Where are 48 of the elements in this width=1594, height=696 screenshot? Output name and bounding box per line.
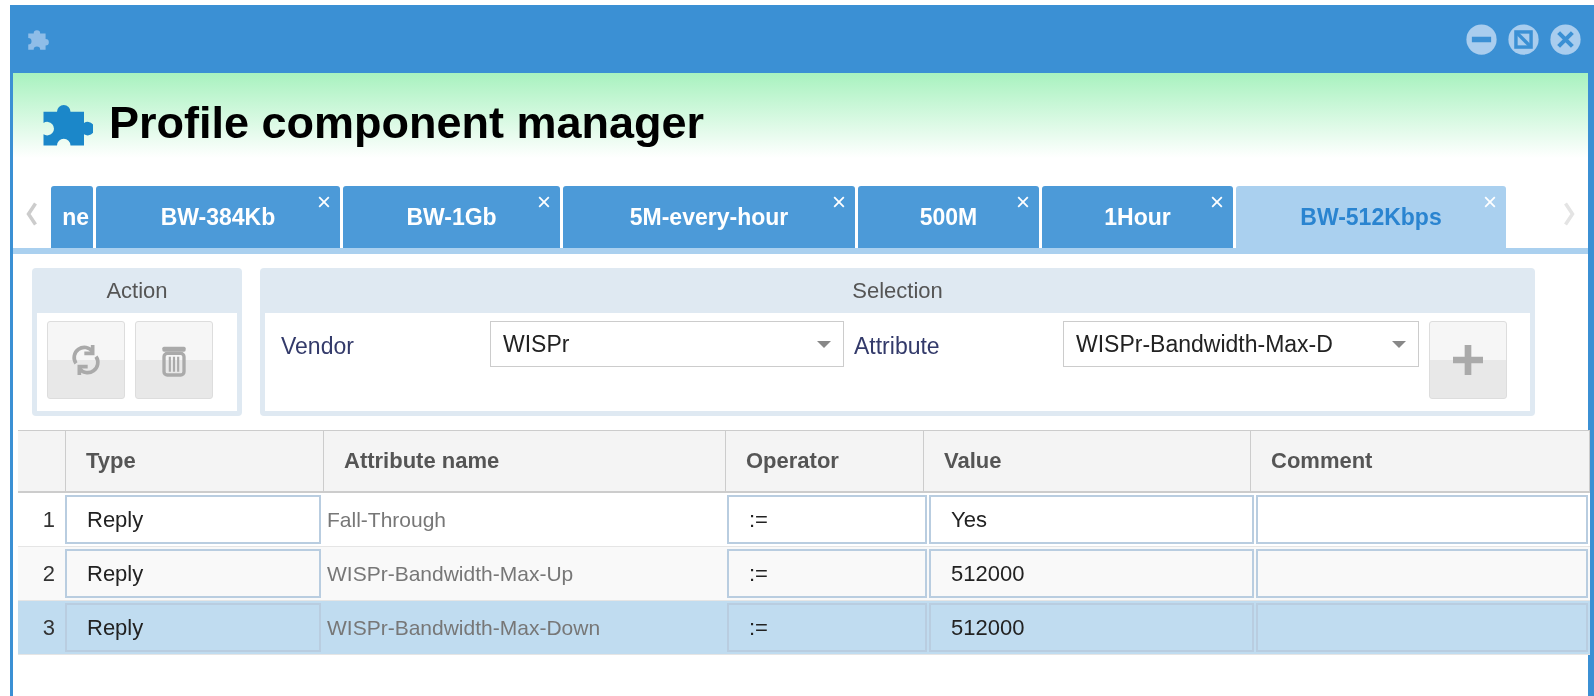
field-label: Vendor	[281, 332, 355, 360]
column-header[interactable]: Attribute name	[324, 431, 726, 491]
close-icon[interactable]	[1484, 196, 1496, 208]
column-header[interactable]: Comment	[1251, 431, 1590, 491]
table-row[interactable]: 3 Reply WISPr-Bandwidth-Max-Down := 512000	[18, 601, 1590, 655]
close-icon[interactable]	[318, 196, 330, 208]
maximize-icon[interactable]	[1507, 22, 1540, 56]
panel-title: Selection	[851, 277, 944, 305]
panel-title: Action	[105, 277, 169, 305]
table-cell[interactable]: Yes	[929, 495, 1254, 544]
table-cell[interactable]: Reply	[65, 549, 321, 598]
table-cell-text: WISPr-Bandwidth-Max-Down	[326, 614, 602, 641]
table-cell-text: WISPr-Bandwidth-Max-Up	[326, 560, 575, 587]
minimize-icon[interactable]	[1465, 22, 1498, 56]
delete-button[interactable]	[135, 321, 213, 399]
column-header[interactable]: Operator	[726, 431, 924, 491]
table-row[interactable]: 2 Reply WISPr-Bandwidth-Max-Up := 512000	[18, 547, 1590, 601]
table-cell[interactable]: 512000	[929, 603, 1254, 652]
table-cell[interactable]: 512000	[929, 549, 1254, 598]
table-cell[interactable]	[1256, 549, 1588, 598]
vendor-dropdown[interactable]: WISPr	[490, 321, 844, 367]
close-icon[interactable]	[1017, 196, 1029, 208]
field-label: Attribute	[854, 332, 941, 360]
column-header[interactable]: Value	[924, 431, 1251, 491]
close-icon[interactable]	[833, 196, 845, 208]
table-cell[interactable]	[1256, 495, 1588, 544]
refresh-button[interactable]	[47, 321, 125, 399]
table-cell[interactable]: :=	[727, 603, 927, 652]
table-cell[interactable]: :=	[727, 549, 927, 598]
caret-icon	[817, 340, 831, 348]
row-number: 2	[41, 559, 56, 588]
scroll-left-icon[interactable]	[25, 200, 39, 228]
table-cell-text: Fall-Through	[326, 506, 448, 533]
table-cell[interactable]: Reply	[65, 603, 321, 652]
scroll-right-icon[interactable]	[1562, 200, 1576, 228]
add-button[interactable]	[1429, 321, 1507, 399]
row-number: 3	[41, 613, 56, 642]
table-row[interactable]: 1 Reply Fall-Through := Yes	[18, 493, 1590, 547]
column-header[interactable]: Type	[66, 431, 324, 491]
caret-icon	[1392, 340, 1406, 348]
table-cell[interactable]: Reply	[65, 495, 321, 544]
close-icon[interactable]	[538, 196, 550, 208]
row-number: 1	[41, 505, 56, 534]
window-title: Profile component manager	[109, 97, 705, 149]
attribute-dropdown[interactable]: WISPr-Bandwidth-Max-D	[1063, 321, 1419, 367]
close-icon[interactable]	[1549, 22, 1582, 56]
table-cell[interactable]: :=	[727, 495, 927, 544]
close-icon[interactable]	[1211, 196, 1223, 208]
